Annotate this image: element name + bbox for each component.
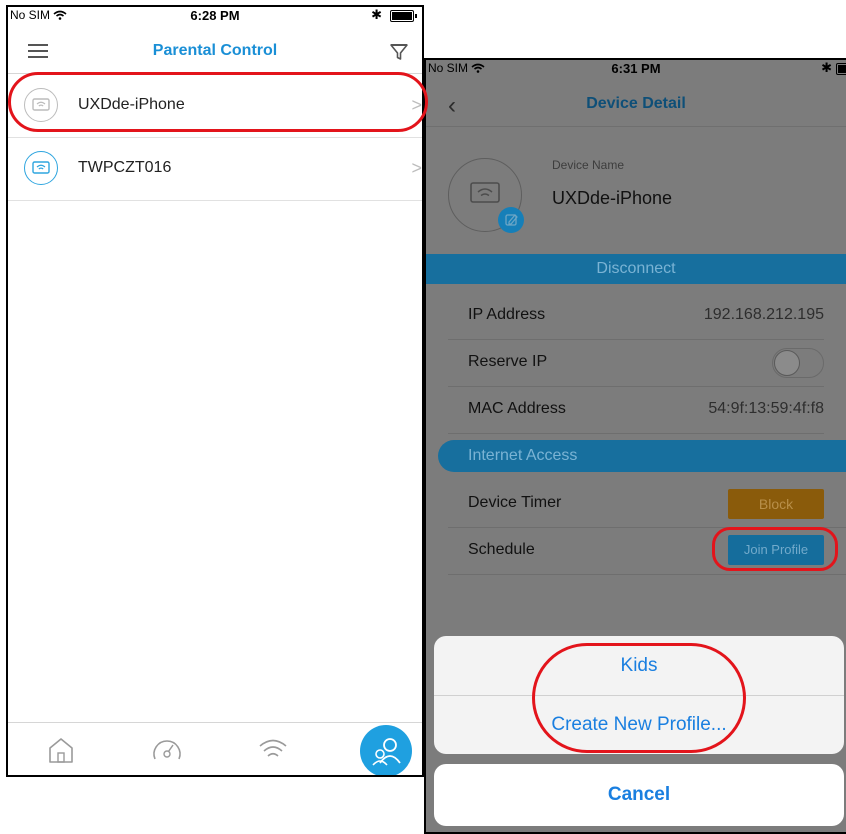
- device-row[interactable]: UXDde-iPhone >: [8, 75, 422, 138]
- create-new-profile-option[interactable]: Create New Profile...: [434, 695, 844, 754]
- status-time: 6:28 PM: [190, 8, 240, 23]
- status-bar: No SIM 6:31 PM ✱: [426, 60, 846, 80]
- parental-control-icon[interactable]: [360, 725, 412, 777]
- parental-control-screen: No SIM 6:28 PM ✱ Parental Control UXDde-…: [6, 5, 424, 777]
- ip-address-value: 192.168.212.195: [703, 306, 824, 323]
- status-bar: No SIM 6:28 PM ✱: [8, 7, 422, 27]
- battery-icon: [390, 10, 417, 22]
- nav-bar: Parental Control: [8, 29, 422, 74]
- page-title: Parental Control: [152, 42, 278, 59]
- chevron-right-icon: >: [411, 158, 422, 178]
- join-profile-button[interactable]: Join Profile: [728, 535, 824, 565]
- wifi-icon[interactable]: [256, 733, 290, 767]
- cancel-button[interactable]: Cancel: [434, 764, 844, 826]
- device-timer-label: Device Timer: [468, 494, 562, 511]
- device-timer-row: Device Timer Block: [448, 480, 846, 528]
- internet-access-header: Internet Access: [438, 440, 846, 472]
- speedometer-icon[interactable]: [150, 733, 184, 767]
- bluetooth-icon: ✱: [821, 60, 832, 75]
- device-header: Device Name UXDde-iPhone: [426, 128, 846, 254]
- mac-address-row: MAC Address 54:9f:13:59:4f:f8: [448, 386, 824, 434]
- bluetooth-icon: ✱: [371, 7, 382, 22]
- schedule-row: Schedule Join Profile: [448, 527, 846, 575]
- filter-icon[interactable]: [388, 41, 410, 63]
- status-time: 6:31 PM: [611, 61, 661, 76]
- nav-bar: ‹ Device Detail: [426, 82, 846, 127]
- device-name-label: Device Name: [552, 158, 625, 172]
- home-icon[interactable]: [44, 733, 78, 767]
- device-name: TWPCZT016: [78, 159, 172, 176]
- reserve-ip-label: Reserve IP: [468, 353, 548, 370]
- tab-bar: [8, 722, 422, 775]
- device-row[interactable]: TWPCZT016 >: [8, 138, 422, 201]
- page-title: Device Detail: [586, 95, 686, 112]
- edit-icon[interactable]: [498, 207, 524, 233]
- device-detail-screen: No SIM 6:31 PM ✱ ‹ Device Detail Device …: [424, 58, 846, 834]
- chevron-right-icon: >: [411, 95, 422, 115]
- mac-address-label: MAC Address: [468, 400, 566, 417]
- action-sheet: Kids Create New Profile...: [434, 636, 844, 754]
- device-name: UXDde-iPhone: [78, 96, 185, 113]
- reserve-ip-toggle[interactable]: [772, 348, 824, 378]
- reserve-ip-row: Reserve IP: [448, 339, 824, 387]
- ip-address-row: IP Address 192.168.212.195: [448, 292, 824, 340]
- ip-address-label: IP Address: [468, 306, 546, 323]
- block-button[interactable]: Block: [728, 489, 824, 519]
- schedule-label: Schedule: [468, 541, 535, 558]
- battery-icon: [836, 63, 846, 75]
- disconnect-button[interactable]: Disconnect: [426, 254, 846, 284]
- wifi-device-icon: [24, 151, 58, 185]
- device-name-value[interactable]: UXDde-iPhone: [552, 188, 672, 209]
- wifi-device-icon: [24, 88, 58, 122]
- kids-option[interactable]: Kids: [434, 636, 844, 696]
- mac-address-value: 54:9f:13:59:4f:f8: [708, 400, 824, 417]
